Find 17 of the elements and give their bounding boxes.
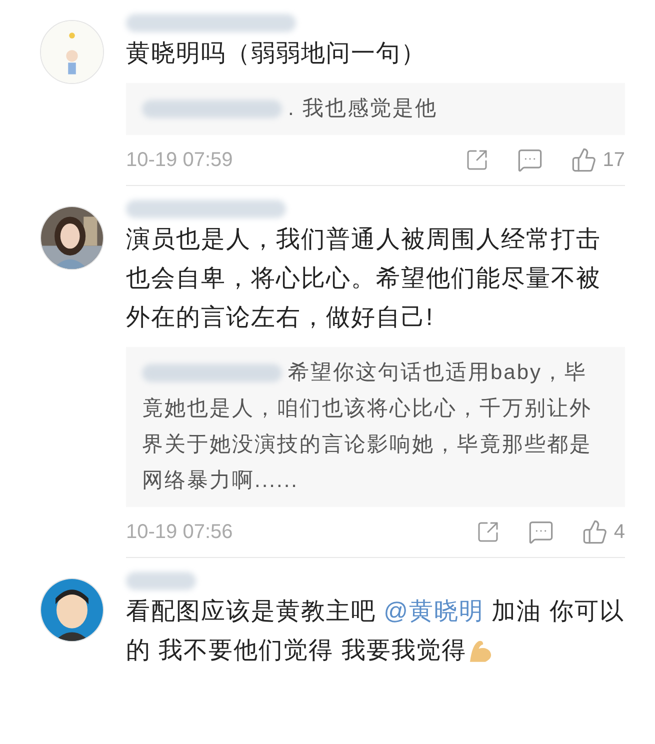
like-button[interactable]: 4 (582, 517, 625, 547)
comment-time: 10-19 07:59 (126, 148, 233, 173)
blurred-username (126, 572, 196, 590)
comment-icon[interactable] (516, 147, 543, 173)
comment-text: 演员也是人，我们普通人被周围人经常打击也会自卑，将心比心。希望他们能尽量不被外在的言论左右，做好自己! (126, 225, 602, 333)
comment-text: 看配图应该是黄教主吧 @黄晓明 加油 你可以的 我不要他们觉得 我要我觉得 (126, 597, 625, 666)
thumbs-up-icon (570, 147, 597, 173)
reply-text: . 我也感觉是他 (142, 91, 609, 127)
mention-link[interactable]: @黄晓明 (384, 598, 484, 625)
reply-text: 希望你这句话也适用baby，毕竟她也是人，咱们也该将心比心，千万别让外界关于她没演技的言论影响她，毕竟那些都是网络暴力啊...... (142, 360, 593, 494)
comment-time: 10-19 07:56 (126, 520, 233, 545)
thumbs-up-icon (582, 519, 608, 545)
share-icon[interactable] (476, 520, 500, 544)
comment-text: 黄晓明吗（弱弱地问一句） (126, 39, 427, 69)
like-button[interactable]: 17 (570, 145, 625, 175)
share-icon[interactable] (464, 148, 489, 172)
comment-icon[interactable] (528, 519, 554, 545)
